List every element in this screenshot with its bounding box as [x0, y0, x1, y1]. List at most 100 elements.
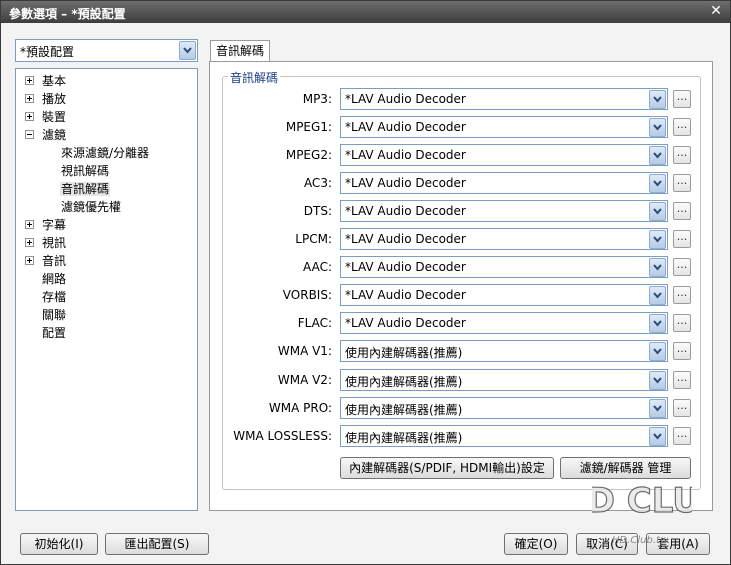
decoder-label: WMA V1: [277, 344, 332, 358]
tree-item-label: 播放 [42, 92, 67, 106]
decoder-select-value: *LAV Audio Decoder [345, 176, 466, 190]
decoder-select[interactable]: 使用內建解碼器(推薦) [340, 369, 668, 391]
decoder-options-button[interactable]: ... [673, 427, 691, 445]
profile-select[interactable]: *預設配置 [15, 39, 198, 62]
decoder-options-button[interactable]: ... [673, 146, 691, 164]
chevron-down-icon[interactable] [649, 230, 666, 249]
decoder-options-button[interactable]: ... [673, 118, 691, 136]
tree-item[interactable]: 音訊 [25, 253, 67, 269]
tree-item[interactable]: 配置 [41, 325, 67, 341]
ok-button[interactable]: 確定(O) [504, 533, 568, 555]
tree-item[interactable]: 關聯 [41, 307, 67, 323]
decoder-select[interactable]: *LAV Audio Decoder [340, 144, 668, 166]
chevron-down-icon[interactable] [649, 90, 666, 109]
title-bar: 參數選項 – *預設配置 ✕ [1, 1, 730, 23]
settings-tree: 基本播放裝置濾鏡來源濾鏡/分離器 視訊解碼音訊解碼濾鏡優先權字幕視訊音訊網路存檔關… [15, 68, 198, 511]
chevron-down-icon[interactable] [649, 202, 666, 221]
tree-item[interactable]: 裝置 [25, 109, 67, 125]
expand-icon[interactable] [25, 256, 34, 265]
decoder-label: DTS: [303, 204, 332, 218]
decoder-select[interactable]: 使用內建解碼器(推薦) [340, 425, 668, 447]
tree-item-label: 裝置 [42, 110, 67, 124]
decoder-options-button[interactable]: ... [673, 342, 691, 360]
expand-icon[interactable] [25, 76, 34, 85]
decoder-select[interactable]: *LAV Audio Decoder [340, 228, 668, 250]
tree-item[interactable]: 視訊 [25, 235, 67, 251]
decoder-select[interactable]: 使用內建解碼器(推薦) [340, 397, 668, 419]
decoder-options-button[interactable]: ... [673, 230, 691, 248]
decoder-label: FLAC: [297, 316, 332, 330]
tree-item[interactable]: 濾鏡 [25, 127, 67, 143]
decoder-select-value: *LAV Audio Decoder [345, 260, 466, 274]
tree-item[interactable]: 網路 [41, 271, 67, 287]
decoder-options-button[interactable]: ... [673, 202, 691, 220]
decoder-select-value: *LAV Audio Decoder [345, 232, 466, 246]
decoder-select[interactable]: *LAV Audio Decoder [340, 256, 668, 278]
decoder-select[interactable]: *LAV Audio Decoder [340, 88, 668, 110]
tree-item[interactable]: 濾鏡優先權 [60, 199, 122, 215]
decoder-select[interactable]: *LAV Audio Decoder [340, 116, 668, 138]
collapse-icon[interactable] [25, 130, 34, 139]
tree-item-label: 濾鏡 [42, 128, 67, 142]
decoder-select-value: *LAV Audio Decoder [345, 316, 466, 330]
tree-item-label: 基本 [42, 74, 67, 88]
export-config-button[interactable]: 匯出配置(S) [105, 533, 209, 555]
reset-button[interactable]: 初始化(I) [20, 533, 98, 555]
decoder-options-button[interactable]: ... [673, 258, 691, 276]
tree-item-label: 網路 [42, 272, 67, 286]
decoder-label: VORBIS: [282, 288, 332, 302]
tree-item[interactable]: 來源濾鏡/分離器 [60, 145, 150, 161]
tree-item[interactable]: 視訊解碼 [60, 163, 110, 179]
chevron-down-icon[interactable] [649, 174, 666, 193]
builtin-decoder-settings-button[interactable]: 內建解碼器(S/PDIF, HDMI輸出)設定 [340, 457, 554, 479]
decoder-label: WMA LOSSLESS: [233, 429, 332, 443]
chevron-down-icon[interactable] [649, 314, 666, 333]
decoder-select[interactable]: *LAV Audio Decoder [340, 312, 668, 334]
chevron-down-icon[interactable] [649, 146, 666, 165]
decoder-label: MPEG2: [285, 148, 332, 162]
decoder-label: WMA V2: [277, 373, 332, 387]
filter-manager-button[interactable]: 濾鏡/解碼器 管理 [560, 457, 691, 479]
decoder-options-button[interactable]: ... [673, 90, 691, 108]
decoder-select[interactable]: 使用內建解碼器(推薦) [340, 340, 668, 362]
tree-item-label: 濾鏡優先權 [61, 200, 122, 214]
tree-item-label: 來源濾鏡/分離器 [61, 146, 150, 160]
decoder-select-value: *LAV Audio Decoder [345, 148, 466, 162]
decoder-select-value: 使用內建解碼器(推薦) [345, 375, 463, 389]
chevron-down-icon[interactable] [649, 371, 666, 390]
decoder-options-button[interactable]: ... [673, 174, 691, 192]
decoder-label: WMA PRO: [268, 401, 332, 415]
tree-item[interactable]: 基本 [25, 73, 67, 89]
decoder-label: LPCM: [295, 232, 332, 246]
chevron-down-icon[interactable] [649, 286, 666, 305]
decoder-options-button[interactable]: ... [673, 286, 691, 304]
chevron-down-icon[interactable] [649, 427, 666, 446]
tree-item[interactable]: 字幕 [25, 217, 67, 233]
close-icon[interactable]: ✕ [708, 3, 724, 19]
decoder-options-button[interactable]: ... [673, 399, 691, 417]
decoder-select-value: 使用內建解碼器(推薦) [345, 403, 463, 417]
decoder-options-button[interactable]: ... [673, 371, 691, 389]
decoder-select[interactable]: *LAV Audio Decoder [340, 284, 668, 306]
decoder-select-value: *LAV Audio Decoder [345, 288, 466, 302]
decoder-options-button[interactable]: ... [673, 314, 691, 332]
chevron-down-icon[interactable] [649, 118, 666, 137]
decoder-label: MP3: [302, 92, 332, 106]
tab-audio-decoder[interactable]: 音訊解碼 [210, 40, 270, 62]
chevron-down-icon[interactable] [649, 399, 666, 418]
expand-icon[interactable] [25, 112, 34, 121]
tree-item[interactable]: 播放 [25, 91, 67, 107]
tree-item[interactable]: 存檔 [41, 289, 67, 305]
chevron-down-icon[interactable] [649, 258, 666, 277]
tree-item[interactable]: 音訊解碼 [60, 181, 111, 197]
tree-item-label: 字幕 [42, 218, 67, 232]
chevron-down-icon[interactable] [649, 342, 666, 361]
expand-icon[interactable] [25, 94, 34, 103]
expand-icon[interactable] [25, 220, 34, 229]
decoder-select[interactable]: *LAV Audio Decoder [340, 172, 668, 194]
tree-item-label: 關聯 [42, 308, 67, 322]
expand-icon[interactable] [25, 238, 34, 247]
decoder-select[interactable]: *LAV Audio Decoder [340, 200, 668, 222]
chevron-down-icon[interactable] [179, 41, 196, 60]
decoder-select-value: 使用內建解碼器(推薦) [345, 346, 463, 360]
